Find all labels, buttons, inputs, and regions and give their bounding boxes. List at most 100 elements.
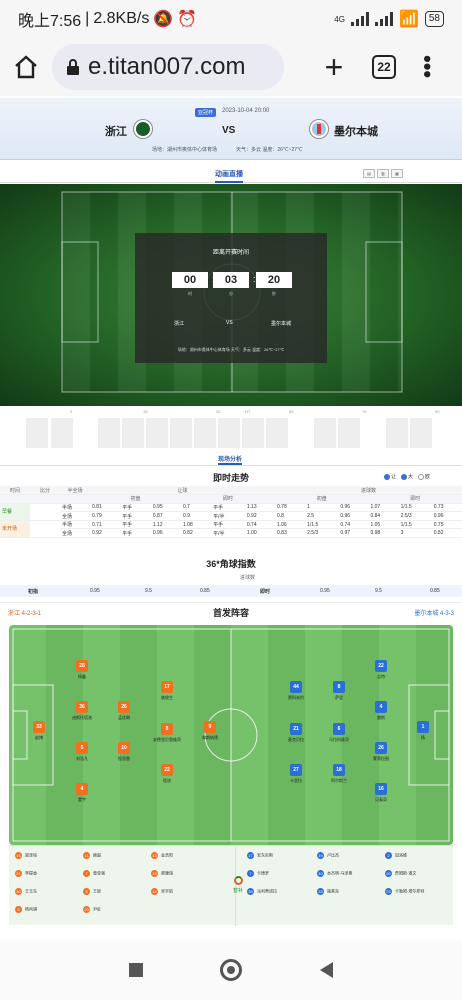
home-sub[interactable]: 18 郝康瑞 (151, 870, 173, 877)
home-sub[interactable]: 3 王蛟 (83, 888, 101, 895)
away-player[interactable]: 44 贾科米约 (281, 681, 311, 701)
browser-toolbar: e.titan007.com + 22 ••• (0, 38, 462, 96)
away-player[interactable]: 8 萨里 (324, 681, 354, 701)
away-player[interactable]: 26 蒙蒂拉图 (366, 742, 396, 762)
away-player[interactable]: 1扬 (408, 721, 438, 741)
odds-cell: 0.79 (90, 511, 121, 521)
away-player[interactable]: 18 阿尔斯兰 (324, 764, 354, 784)
away-sub[interactable]: 2 加洛维 (385, 852, 407, 859)
competition-badge[interactable]: 亚冠杯 (195, 108, 217, 117)
view-mode-button-1[interactable]: ▤ (363, 169, 375, 178)
away-player[interactable]: 22 吉特 (366, 660, 396, 680)
match-datetime: 2023-10-04 20:00 (222, 108, 270, 114)
recents-icon[interactable] (128, 963, 143, 977)
odds-cell: 2.5/3 (398, 511, 432, 521)
corner-cell: 9.5 (145, 588, 152, 594)
home-sub[interactable]: 20 尹虹 (83, 906, 101, 913)
home-player[interactable]: 28 杨鑫 (67, 660, 97, 680)
corner-row[interactable]: 初指 0.95 9.5 0.85 即时 0.95 9.5 0.85 (0, 585, 462, 597)
away-player[interactable]: 4 雷斯 (366, 701, 396, 721)
away-sub[interactable]: 40 本杰明·马泽奥 (317, 870, 352, 877)
tab-switcher-button[interactable]: 22 (372, 55, 396, 79)
more-menu-icon[interactable]: ••• (415, 55, 440, 78)
odds-header: 让球 (90, 486, 276, 496)
home-nav-icon[interactable] (220, 959, 243, 981)
address-bar[interactable]: e.titan007.com (52, 44, 284, 90)
home-player[interactable]: 10 程晋雷 (109, 742, 139, 762)
away-sub[interactable]: 20 詹姆斯·道文 (385, 870, 416, 877)
corner-cell: 0.95 (320, 588, 330, 594)
timeline-ticks: 0 15 30 HT 60 75 90 (0, 409, 462, 417)
home-sub[interactable]: 15 吴宇航 (151, 888, 173, 895)
odds-cell: 平手 (120, 520, 151, 530)
home-sub[interactable]: 7 曾亚强 (83, 870, 105, 877)
home-player[interactable]: 17 姚俊生 (152, 681, 182, 701)
vs-label: VS (222, 125, 236, 136)
home-player[interactable]: 33 赵博 (24, 721, 54, 741)
away-sub[interactable]: 39 派利蒂诺拉 (247, 888, 277, 895)
odds-cell: 0.96 (431, 511, 462, 521)
home-player[interactable]: 8 安德里尼奥维奇 (152, 723, 182, 743)
away-sub[interactable]: 19 卢比杰 (317, 852, 339, 859)
home-team-logo[interactable] (134, 120, 152, 138)
odds-cell: 0.92 (244, 511, 276, 521)
corner-cell: 0.95 (90, 588, 100, 594)
home-player[interactable]: 4 董宇 (67, 783, 97, 803)
battery-icon: 58 (424, 11, 444, 27)
away-sub[interactable]: 23 卡勒姆·塔尔邦特 (385, 888, 424, 895)
home-player[interactable]: 5 刘浩凡 (67, 742, 97, 762)
odds-cell: 1.00 (244, 528, 276, 539)
home-player[interactable]: 36 迪斯托塔洛 (67, 701, 97, 721)
tab-analysis[interactable]: 现场分析 (218, 454, 243, 465)
legend-total[interactable]: 大 (401, 473, 413, 480)
view-mode-button-2[interactable]: ▥ (377, 169, 389, 178)
odds-cell: 平/半 (211, 511, 245, 521)
home-sub[interactable]: 30 王玉东 (15, 888, 37, 895)
away-player[interactable]: 16 贝泰奇 (366, 783, 396, 803)
odds-subheader: 初盘 (275, 494, 369, 504)
odds-header: 进球数 (275, 486, 462, 496)
venue-text: 场地：湖州市奥体中心体育场 (152, 147, 218, 153)
odds-cell: 0.81 (90, 503, 121, 513)
odds-cell: 全场 (60, 511, 90, 521)
away-player[interactable]: 21 麦克贝拉 (281, 723, 311, 743)
odds-row[interactable]: 全场 0.79 平手 0.87 0.9 平/半 0.92 0.8 2.5 0.9… (0, 511, 462, 521)
away-sub[interactable]: 7 卡德罗 (247, 870, 269, 877)
home-sub[interactable]: 13 金浩阳 (151, 852, 173, 859)
timeline-tick: 60 (289, 409, 294, 414)
home-player[interactable]: 22 程进 (152, 764, 182, 784)
odds-cell: 平手 (120, 528, 151, 539)
system-nav-bar (0, 940, 462, 1000)
home-player[interactable]: 9 弗朗纳德 (195, 721, 225, 741)
legend-euro[interactable]: 欧 (418, 473, 430, 480)
new-tab-button[interactable]: + (304, 49, 364, 86)
home-sub[interactable]: 8 杨丙骐 (15, 906, 37, 913)
away-player[interactable]: 27 卡里拉 (281, 764, 311, 784)
legend-handicap[interactable]: 让 (384, 473, 396, 480)
back-icon[interactable] (320, 962, 334, 978)
odds-row[interactable]: 全场 0.92 平手 0.96 0.82 平/半 1.00 0.83 2.5/3… (0, 528, 462, 539)
signal-icon (350, 12, 369, 26)
countdown-panel: 距离开赛时间 00 : 03 : 20 时 分 秒 浙江 VS 墨尔本城 场地：… (135, 233, 327, 363)
home-icon[interactable] (0, 55, 52, 79)
home-team-name[interactable]: 浙江 (105, 123, 127, 139)
away-team-name[interactable]: 墨尔本城 (334, 123, 378, 139)
home-sub[interactable]: 11 顾超 (83, 852, 101, 859)
odds-row[interactable]: 早餐 半场 0.81 平手 0.95 0.7 平手 1.13 0.78 1 0.… (0, 503, 462, 521)
countdown-home: 浙江 (174, 321, 185, 327)
away-sub[interactable]: 17 安东尼斯 (247, 852, 273, 859)
home-sub[interactable]: 21 李提香 (15, 870, 37, 877)
tab-live-animation[interactable]: 动画直播 (215, 169, 243, 183)
odds-cell: 0.84 (368, 511, 399, 521)
odds-cell: 1 (305, 503, 339, 513)
home-sub[interactable]: 16 梁泽铭 (15, 852, 37, 859)
away-sub[interactable]: 33 施莱克 (317, 888, 339, 895)
live-animation-pitch[interactable]: 距离开赛时间 00 : 03 : 20 时 分 秒 浙江 VS 墨尔本城 场地：… (0, 184, 462, 406)
view-mode-button-3[interactable]: ▦ (391, 169, 403, 178)
countdown-footer: 场地：湖州市奥体中心体育场 天气：多云 温度：26℃~27℃ (177, 347, 285, 352)
away-team-logo[interactable] (310, 120, 328, 138)
odds-row[interactable]: 未开场 半场 0.71 平手 1.12 1.08 平手 0.74 1.06 1/… (0, 520, 462, 539)
away-player[interactable]: 6 马拉科维奇 (324, 723, 354, 743)
home-player[interactable]: 26 孟佳琳 (109, 701, 139, 721)
timeline-tick: 30 (216, 409, 221, 414)
